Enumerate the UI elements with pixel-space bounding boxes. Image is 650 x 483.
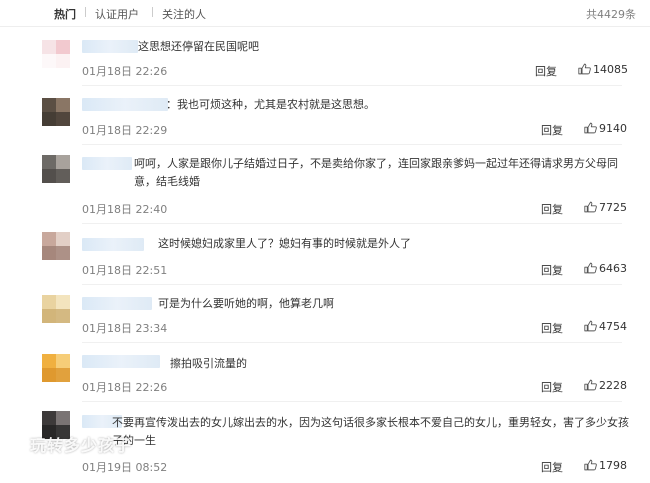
comment-text: 可是为什么要听她的啊，他算老几啊 bbox=[158, 297, 334, 310]
comment-text: 这思想还停留在民国呢吧 bbox=[138, 40, 259, 53]
comment-timestamp: 01月18日 22:29 bbox=[82, 124, 168, 137]
like-count: 9140 bbox=[599, 122, 627, 135]
comment-timestamp: 01月19日 08:52 bbox=[82, 461, 168, 474]
comment-divider bbox=[82, 342, 622, 343]
comment-divider bbox=[82, 223, 622, 224]
avatar[interactable] bbox=[42, 155, 70, 183]
reply-button[interactable]: 回复 bbox=[541, 201, 563, 217]
comment-divider bbox=[82, 85, 622, 86]
comment-divider bbox=[82, 284, 622, 285]
username-link[interactable] bbox=[82, 355, 160, 368]
comment-divider bbox=[82, 401, 622, 402]
comment-timestamp: 01月18日 22:26 bbox=[82, 381, 168, 394]
like-button[interactable]: 9140 bbox=[584, 122, 627, 135]
comment-text: 不要再宣传泼出去的女儿嫁出去的水，因为这句话很多家长根本不爱自己的女儿，重男轻女… bbox=[112, 416, 629, 447]
username-link[interactable] bbox=[82, 297, 152, 310]
username-link[interactable] bbox=[82, 238, 144, 251]
tab-verified-users[interactable]: 认证用户 bbox=[95, 6, 139, 22]
username-link[interactable] bbox=[82, 157, 132, 170]
tab-hot[interactable]: 热门 bbox=[54, 6, 76, 22]
like-count: 4754 bbox=[599, 320, 627, 333]
like-button[interactable]: 7725 bbox=[584, 201, 627, 214]
like-button[interactable]: 14085 bbox=[578, 63, 628, 76]
comment-text: 这时候媳妇成家里人了？媳妇有事的时候就是外人了 bbox=[158, 237, 411, 250]
like-button[interactable]: 2228 bbox=[584, 379, 627, 392]
reply-button[interactable]: 回复 bbox=[541, 459, 563, 475]
tab-divider bbox=[152, 7, 153, 17]
reply-button[interactable]: 回复 bbox=[541, 262, 563, 278]
avatar[interactable] bbox=[42, 354, 70, 382]
thumb-up-icon bbox=[584, 201, 597, 213]
comment-divider bbox=[82, 144, 622, 145]
tab-divider bbox=[85, 7, 86, 17]
like-count: 7725 bbox=[599, 201, 627, 214]
like-button[interactable]: 4754 bbox=[584, 320, 627, 333]
username-link[interactable] bbox=[82, 98, 168, 111]
reply-button[interactable]: 回复 bbox=[535, 63, 557, 79]
reply-button[interactable]: 回复 bbox=[541, 122, 563, 138]
comment-timestamp: 01月18日 22:51 bbox=[82, 264, 168, 277]
tab-following[interactable]: 关注的人 bbox=[162, 6, 206, 22]
thumb-up-icon bbox=[584, 379, 597, 391]
avatar[interactable] bbox=[42, 98, 70, 126]
comment-timestamp: 01月18日 22:40 bbox=[82, 203, 168, 216]
like-button[interactable]: 1798 bbox=[584, 459, 627, 472]
thumb-up-icon bbox=[584, 262, 597, 274]
comment-timestamp: 01月18日 22:26 bbox=[82, 65, 168, 78]
like-count: 14085 bbox=[593, 63, 628, 76]
avatar[interactable] bbox=[42, 295, 70, 323]
username-link[interactable] bbox=[82, 40, 138, 53]
thumb-up-icon bbox=[584, 459, 597, 471]
comment-timestamp: 01月18日 23:34 bbox=[82, 322, 168, 335]
comment-text: 擦拍吸引流量的 bbox=[170, 357, 247, 370]
avatar[interactable] bbox=[42, 232, 70, 260]
watermark: 玩转多少孩子 bbox=[30, 436, 133, 455]
like-count: 1798 bbox=[599, 459, 627, 472]
comment-tabs: 热门 认证用户 关注的人 共4429条 bbox=[0, 0, 650, 27]
like-count: 2228 bbox=[599, 379, 627, 392]
reply-button[interactable]: 回复 bbox=[541, 320, 563, 336]
like-button[interactable]: 6463 bbox=[584, 262, 627, 275]
reply-button[interactable]: 回复 bbox=[541, 379, 563, 395]
comment-text: 呵呵，人家是跟你儿子结婚过日子，不是卖给你家了，连回家跟亲爹妈一起过年还得请求男… bbox=[134, 157, 618, 188]
avatar[interactable] bbox=[42, 40, 70, 68]
thumb-up-icon bbox=[584, 122, 597, 134]
thumb-up-icon bbox=[584, 320, 597, 332]
comment-text: ：我也可烦这种，尤其是农村就是这思想。 bbox=[166, 98, 375, 111]
like-count: 6463 bbox=[599, 262, 627, 275]
comment-total-count: 共4429条 bbox=[586, 8, 636, 21]
thumb-up-icon bbox=[578, 63, 591, 75]
